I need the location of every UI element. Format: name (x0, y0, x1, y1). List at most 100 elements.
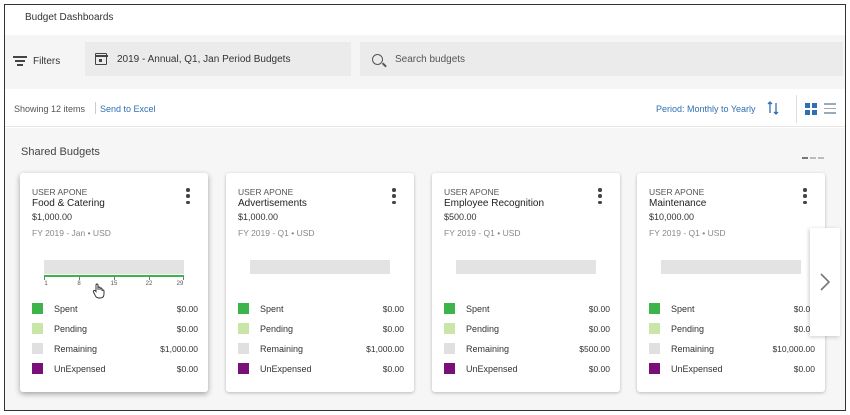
budget-card[interactable]: USER APONE Advertisements $1,000.00 FY 2… (226, 173, 414, 392)
remaining-swatch (649, 343, 660, 354)
budget-amount: $1,000.00 (32, 212, 73, 222)
next-page-button[interactable] (810, 228, 840, 336)
remaining-swatch (32, 343, 43, 354)
legend-label: UnExpensed (260, 364, 312, 374)
legend-row-unexpensed: UnExpensed $0.00 (32, 360, 198, 380)
legend-row-unexpensed: UnExpensed $0.00 (649, 360, 815, 380)
period-selector[interactable]: 2019 - Annual, Q1, Jan Period Budgets (85, 42, 351, 76)
period-range-select[interactable]: Period: Monthly to Yearly (656, 104, 756, 114)
day-axis: 1 8 15 22 29 (44, 277, 184, 289)
filters-label: Filters (33, 55, 61, 67)
title-bar: Budget Dashboards (5, 5, 845, 31)
filter-icon (13, 56, 27, 66)
more-options-icon[interactable] (803, 188, 807, 204)
list-view-icon[interactable] (824, 103, 836, 114)
legend-label: Spent (466, 304, 490, 314)
legend-value: $10,000.00 (772, 344, 815, 354)
legend-row-pending: Pending $0.00 (649, 320, 815, 340)
legend-value: $1,000.00 (160, 344, 198, 354)
legend-row-spent: Spent $0.00 (649, 300, 815, 320)
search-box[interactable] (360, 42, 843, 76)
filter-bar: Filters 2019 - Annual, Q1, Jan Period Bu… (5, 35, 845, 89)
legend-value: $0.00 (588, 304, 610, 314)
axis-tick-label: 15 (110, 281, 118, 287)
search-icon (372, 53, 383, 65)
budget-amount: $500.00 (444, 212, 477, 222)
legend-label: UnExpensed (54, 364, 106, 374)
legend-value: $500.00 (579, 344, 610, 354)
legend-label: Pending (260, 324, 294, 334)
legend-value: $0.00 (382, 364, 404, 374)
budget-progress-bar (456, 260, 596, 274)
legend-value: $0.00 (176, 324, 198, 334)
budget-legend: Spent $0.00 Pending $0.00 Remaining $1,0… (32, 300, 198, 380)
more-options-icon[interactable] (598, 188, 602, 204)
budget-period: FY 2019 - Jan • USD (32, 228, 111, 238)
budget-dashboard-window: Budget Dashboards Filters 2019 - Annual,… (4, 4, 846, 411)
budget-owner: USER APONE (649, 187, 705, 197)
send-to-excel-link[interactable]: Send to Excel (100, 104, 156, 114)
hand-cursor-icon (92, 283, 105, 299)
legend-value: $0.00 (588, 364, 610, 374)
remaining-swatch (238, 343, 249, 354)
spent-swatch (649, 303, 660, 314)
legend-row-remaining: Remaining $10,000.00 (649, 340, 815, 360)
legend-value: $0.00 (382, 324, 404, 334)
budget-card[interactable]: USER APONE Food & Catering $1,000.00 FY … (20, 173, 208, 392)
remaining-swatch (444, 343, 455, 354)
legend-row-pending: Pending $0.00 (444, 320, 610, 340)
budget-period: FY 2019 - Q1 • USD (649, 228, 726, 238)
budget-name: Maintenance (649, 198, 707, 209)
divider (95, 102, 96, 114)
divider (796, 95, 797, 123)
pending-swatch (238, 323, 249, 334)
legend-value: $0.00 (382, 304, 404, 314)
filters-button[interactable]: Filters (13, 51, 60, 71)
budget-period: FY 2019 - Q1 • USD (444, 228, 521, 238)
legend-value: $1,000.00 (366, 344, 404, 354)
legend-label: Pending (54, 324, 88, 334)
budget-progress-bar (661, 260, 801, 274)
legend-value: $0.00 (176, 364, 198, 374)
pending-swatch (649, 323, 660, 334)
legend-label: Remaining (671, 344, 715, 354)
unexpensed-swatch (238, 363, 249, 374)
legend-label: Pending (466, 324, 500, 334)
budget-card[interactable]: USER APONE Employee Recognition $500.00 … (432, 173, 620, 392)
axis-tick-label: 22 (145, 281, 153, 287)
legend-row-spent: Spent $0.00 (444, 300, 610, 320)
more-options-icon[interactable] (186, 188, 190, 204)
budget-name: Employee Recognition (444, 198, 545, 209)
legend-value: $0.00 (588, 324, 610, 334)
budget-card[interactable]: USER APONE Maintenance $10,000.00 FY 201… (637, 173, 825, 392)
chevron-right-icon (820, 273, 831, 291)
pending-swatch (444, 323, 455, 334)
more-options-icon[interactable] (392, 188, 396, 204)
axis-tick-label: 1 (44, 281, 48, 287)
legend-row-unexpensed: UnExpensed $0.00 (238, 360, 404, 380)
legend-row-pending: Pending $0.00 (238, 320, 404, 340)
legend-label: Spent (671, 304, 695, 314)
budget-legend: Spent $0.00 Pending $0.00 Remaining $10,… (649, 300, 815, 380)
axis-tick-label: 29 (176, 281, 184, 287)
budget-name: Food & Catering (32, 198, 105, 209)
legend-row-remaining: Remaining $1,000.00 (32, 340, 198, 360)
section-title: Shared Budgets (21, 146, 100, 158)
period-selector-label: 2019 - Annual, Q1, Jan Period Budgets (117, 53, 291, 65)
grid-view-icon[interactable] (805, 103, 817, 115)
budget-legend: Spent $0.00 Pending $0.00 Remaining $1,0… (238, 300, 404, 380)
budget-owner: USER APONE (444, 187, 500, 197)
legend-value: $0.00 (176, 304, 198, 314)
budget-amount: $10,000.00 (649, 212, 695, 222)
axis-tick-label: 8 (77, 281, 81, 287)
sort-icon[interactable] (767, 101, 779, 115)
budget-period: FY 2019 - Q1 • USD (238, 228, 315, 238)
legend-row-spent: Spent $0.00 (238, 300, 404, 320)
legend-row-spent: Spent $0.00 (32, 300, 198, 320)
budget-legend: Spent $0.00 Pending $0.00 Remaining $500… (444, 300, 610, 380)
legend-value: $0.00 (793, 364, 815, 374)
search-input[interactable] (395, 53, 815, 65)
results-toolbar: Showing 12 items Send to Excel Period: M… (5, 91, 845, 127)
legend-row-remaining: Remaining $1,000.00 (238, 340, 404, 360)
pending-swatch (32, 323, 43, 334)
